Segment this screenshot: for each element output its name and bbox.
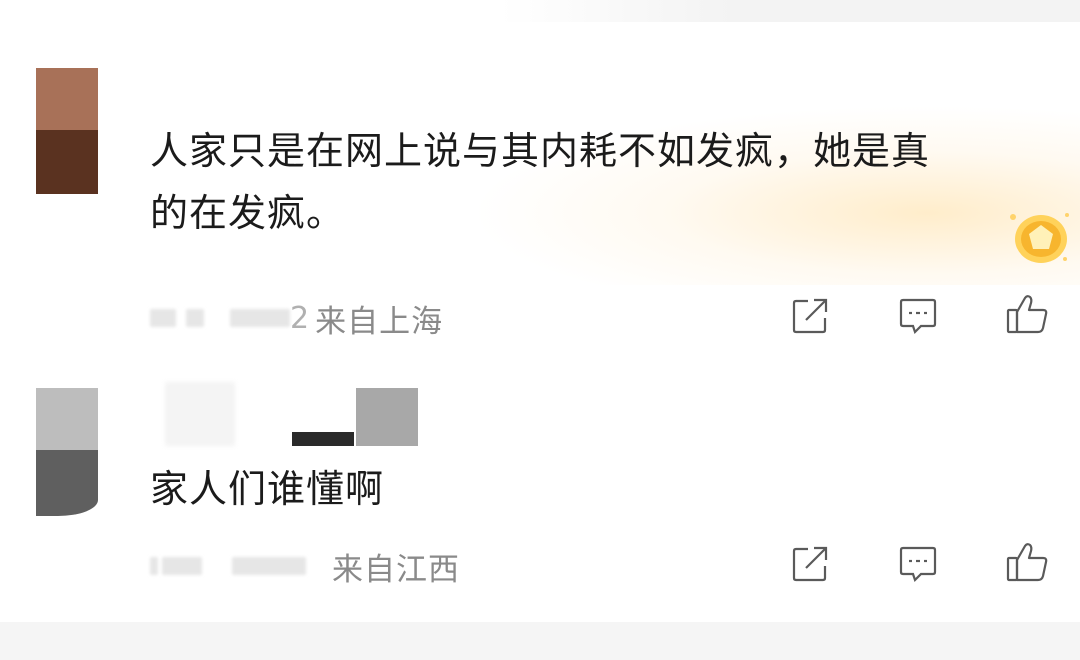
comment-item-2: 家人们谁懂啊 来自江西 — [0, 370, 1080, 622]
avatar[interactable] — [36, 388, 98, 516]
blurred-timestamp — [232, 557, 306, 575]
like-button[interactable] — [1005, 294, 1049, 338]
thumbs-up-icon — [1005, 292, 1049, 340]
location-label: 来自上海 — [315, 303, 444, 340]
blurred-username — [162, 557, 202, 575]
like-button[interactable] — [1005, 542, 1049, 586]
avatar[interactable] — [36, 68, 98, 194]
blurred-username — [186, 309, 204, 327]
thumbs-up-icon — [1005, 540, 1049, 588]
comment-text-line: 的在发疯。 — [150, 191, 346, 235]
timestamp-fragment: 2 — [290, 300, 310, 336]
blurred-timestamp — [230, 309, 290, 327]
comment-text: 人家只是在网上说与其内耗不如发疯，她是真 的在发疯。 — [150, 120, 930, 244]
blurred-username — [150, 557, 158, 575]
bottom-divider — [0, 622, 1080, 660]
comment-meta: 2 来自上海 — [150, 298, 444, 340]
comment-button[interactable] — [896, 544, 940, 588]
comment-icon — [897, 544, 939, 588]
comment-item-1: 人家只是在网上说与其内耗不如发疯，她是真 的在发疯。 2 来自上海 — [0, 0, 1080, 370]
blurred-username — [165, 382, 235, 446]
share-button[interactable] — [788, 544, 832, 588]
comment-button[interactable] — [896, 296, 940, 340]
share-icon — [790, 296, 830, 340]
share-icon — [790, 544, 830, 588]
blurred-badge — [292, 432, 354, 446]
comment-list: 人家只是在网上说与其内耗不如发疯，她是真 的在发疯。 2 来自上海 家人们谁懂啊… — [0, 0, 1080, 660]
comment-text-line: 家人们谁懂啊 — [150, 467, 385, 511]
comment-text-line: 人家只是在网上说与其内耗不如发疯，她是真 — [150, 129, 931, 173]
comment-text: 家人们谁懂啊 — [150, 458, 384, 520]
comment-meta: 来自江西 — [150, 546, 460, 588]
gold-badge-icon — [1005, 205, 1075, 267]
blurred-badge — [356, 388, 418, 446]
share-button[interactable] — [788, 296, 832, 340]
comment-icon — [897, 296, 939, 340]
blurred-username — [150, 309, 176, 327]
location-label: 来自江西 — [332, 551, 460, 588]
